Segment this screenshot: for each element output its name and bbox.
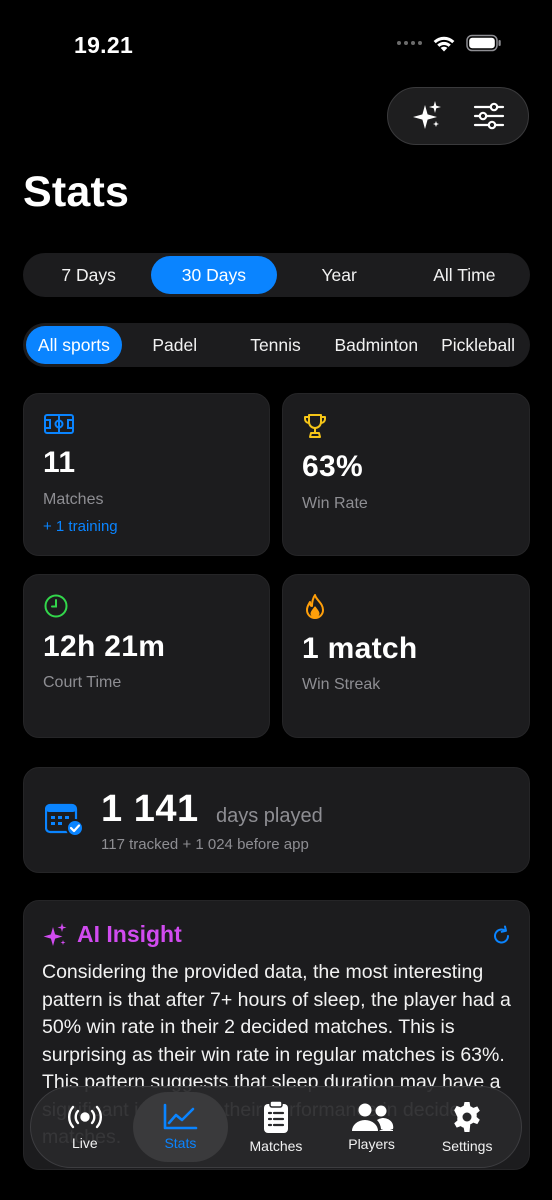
days-played-label: days played (216, 805, 323, 827)
tab-stats[interactable]: Stats (132, 1092, 229, 1162)
sport-pickleball[interactable]: Pickleball (429, 326, 527, 364)
sport-all[interactable]: All sports (26, 326, 122, 364)
range-7-days[interactable]: 7 Days (26, 256, 151, 294)
gear-icon (454, 1102, 480, 1132)
clock-icon (43, 593, 69, 624)
tab-settings-label: Settings (441, 1138, 493, 1154)
tab-live[interactable]: Live (37, 1092, 133, 1162)
signal-icon (397, 41, 422, 45)
filter-button[interactable] (464, 91, 514, 141)
flame-icon (302, 593, 328, 626)
sliders-icon (473, 102, 505, 130)
status-icons (397, 34, 502, 52)
sport-badminton[interactable]: Badminton (323, 326, 429, 364)
tab-stats-label: Stats (164, 1135, 197, 1151)
range-all-time[interactable]: All Time (402, 256, 527, 294)
days-played-value: 1 141 (101, 788, 199, 830)
days-played-card[interactable]: 1 141 days played 117 tracked + 1 024 be… (23, 767, 530, 873)
sport-selector: All sports Padel Tennis Badminton Pickle… (23, 323, 530, 367)
win-rate-card[interactable]: 63% Win Rate (282, 393, 530, 556)
tab-settings[interactable]: Settings (419, 1092, 515, 1162)
tab-players[interactable]: Players (324, 1092, 420, 1162)
battery-icon (466, 34, 502, 52)
clipboard-icon (263, 1100, 288, 1133)
wifi-icon (432, 34, 456, 52)
sport-tennis[interactable]: Tennis (228, 326, 324, 364)
court-icon (43, 412, 75, 441)
training-count: + 1 training (43, 518, 118, 535)
ai-insight-title: AI Insight (77, 921, 182, 947)
matches-value: 11 (43, 446, 76, 479)
ai-sparkles-button[interactable] (402, 91, 452, 141)
tab-live-label: Live (71, 1135, 98, 1151)
people-icon (351, 1103, 393, 1131)
matches-card[interactable]: 11 Matches + 1 training (23, 393, 270, 556)
range-year[interactable]: Year (277, 256, 402, 294)
page-title: Stats (23, 168, 130, 216)
sparkles-icon (413, 101, 441, 129)
win-streak-label: Win Streak (302, 676, 381, 693)
sport-padel[interactable]: Padel (122, 326, 228, 364)
top-actions (387, 87, 529, 145)
tab-matches[interactable]: Matches (228, 1092, 324, 1162)
range-30-days[interactable]: 30 Days (151, 256, 277, 294)
matches-label: Matches (43, 491, 104, 508)
tab-bar: Live Stats Matches Players Settings (30, 1086, 522, 1168)
live-broadcast-icon (67, 1105, 102, 1129)
win-rate-value: 63% (302, 450, 363, 483)
court-time-value: 12h 21m (43, 630, 166, 663)
sparkles-icon (42, 921, 68, 954)
status-time: 19.21 (74, 32, 134, 58)
time-range-selector: 7 Days 30 Days Year All Time (23, 253, 530, 297)
court-time-card[interactable]: 12h 21m Court Time (23, 574, 270, 738)
refresh-icon[interactable] (493, 925, 511, 950)
court-time-label: Court Time (43, 674, 122, 691)
tab-matches-label: Matches (249, 1138, 303, 1154)
status-bar: 19.21 (0, 0, 552, 90)
win-streak-value: 1 match (302, 632, 418, 665)
win-streak-card[interactable]: 1 match Win Streak (282, 574, 530, 738)
win-rate-label: Win Rate (302, 495, 368, 512)
tab-players-label: Players (348, 1136, 395, 1152)
chart-line-icon (164, 1103, 198, 1130)
calendar-check-icon (44, 803, 85, 842)
trophy-icon (302, 412, 328, 445)
days-played-breakdown: 117 tracked + 1 024 before app (101, 836, 309, 853)
